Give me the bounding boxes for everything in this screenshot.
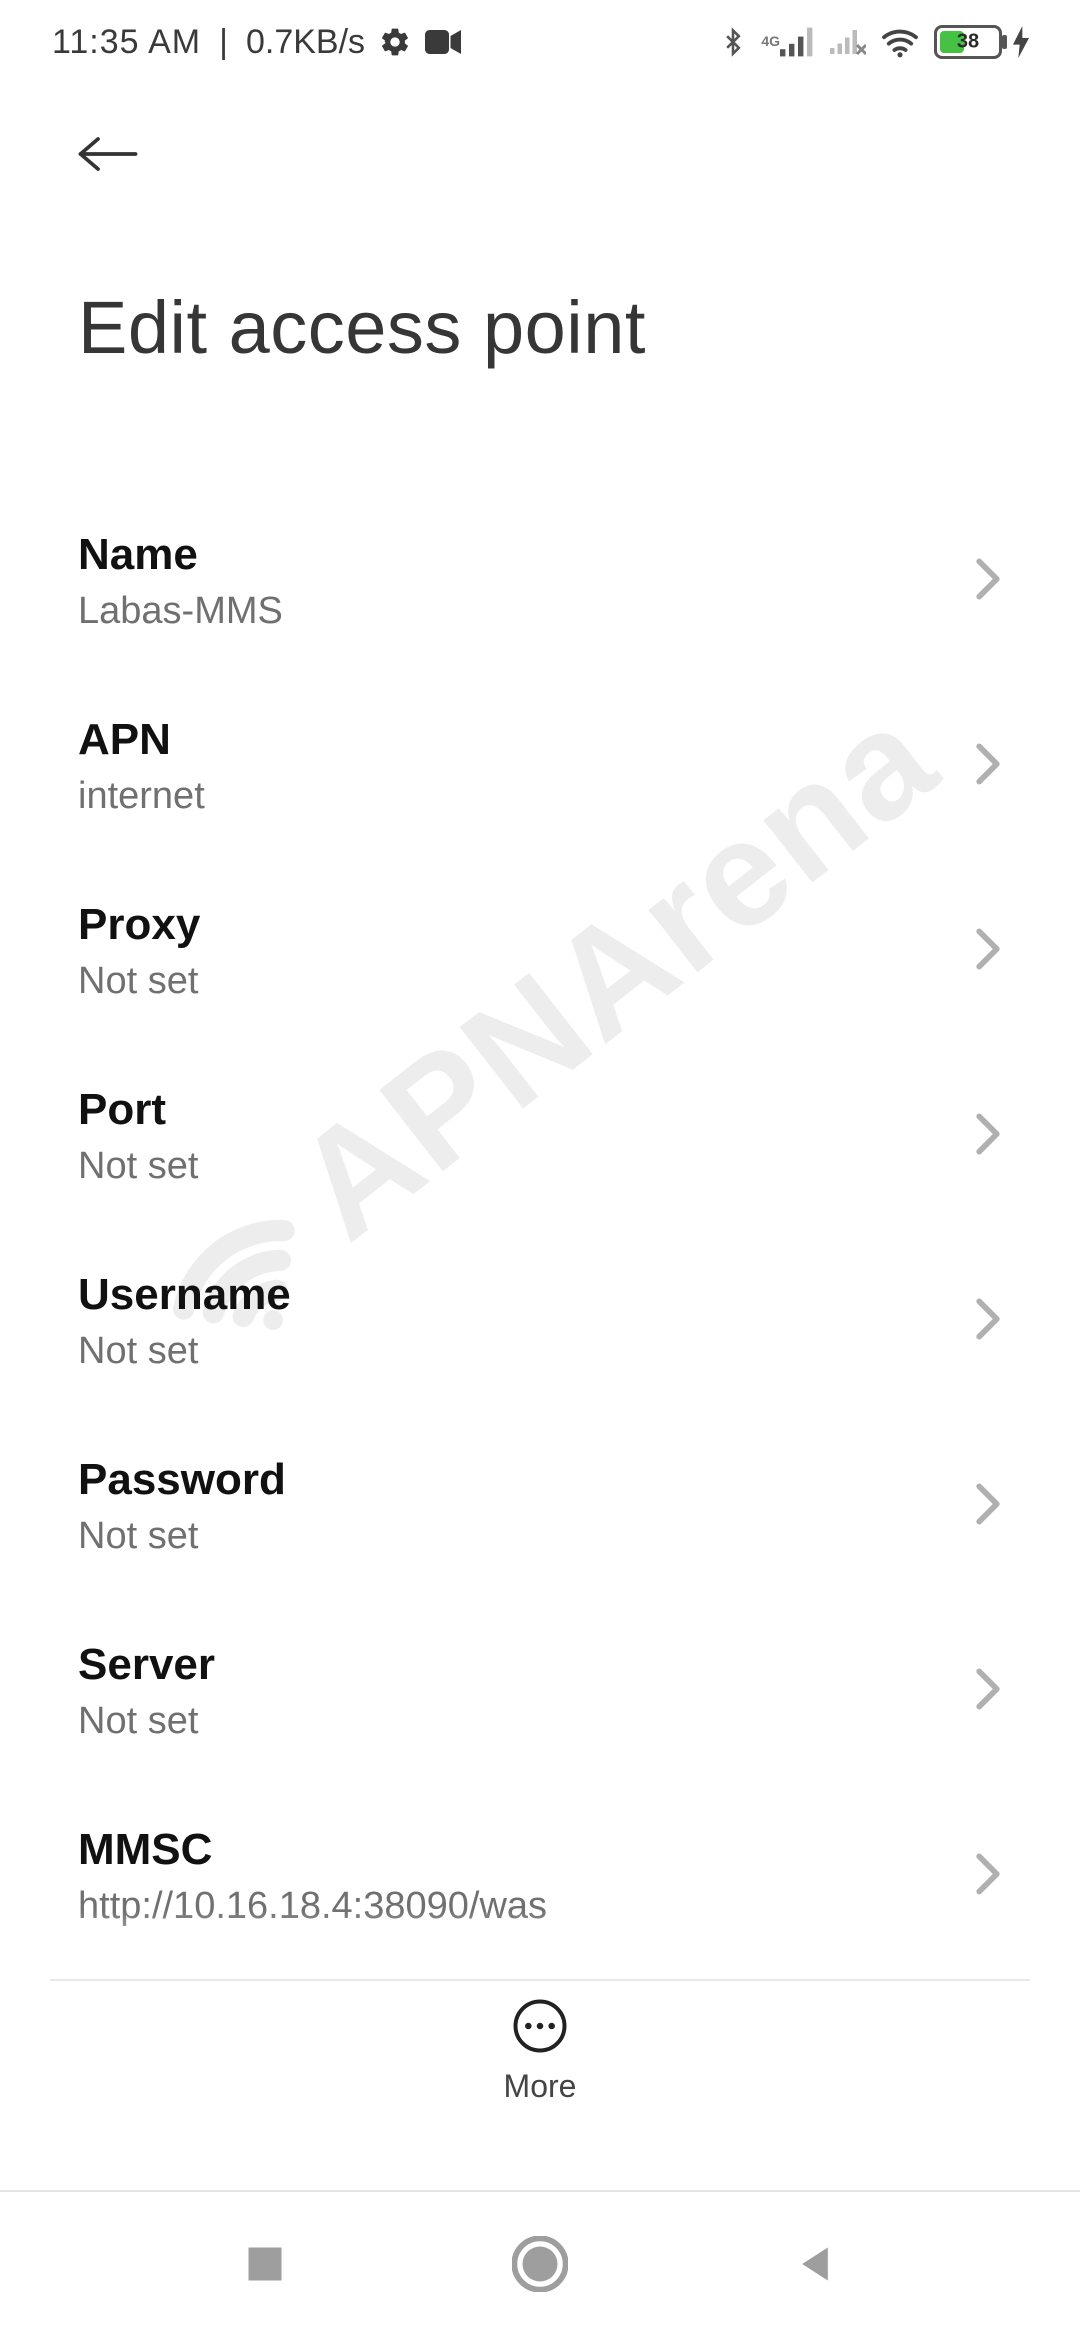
settings-item-value: http://10.16.18.4:38090/was [78,1885,547,1928]
settings-item-label: Password [78,1455,286,1505]
settings-item-password[interactable]: Password Not set [78,1415,1002,1600]
status-bar: 11:35 AM | 0.7KB/s 4G [0,0,1080,84]
system-nav-bar [0,2190,1080,2340]
settings-item-text: Proxy Not set [78,900,200,1003]
settings-item-port[interactable]: Port Not set [78,1045,1002,1230]
signal-sim1: 4G [761,27,816,57]
settings-item-value: Not set [78,1515,286,1558]
settings-item-value: Not set [78,1330,291,1373]
chevron-right-icon [974,1112,1002,1161]
nav-back-button[interactable] [793,2242,837,2291]
settings-item-value: Not set [78,960,200,1003]
settings-item-label: Proxy [78,900,200,950]
arrow-left-icon [78,132,138,176]
settings-item-value: internet [78,775,205,818]
settings-item-name[interactable]: Name Labas-MMS [78,490,1002,675]
settings-item-label: APN [78,715,205,765]
triangle-left-icon [793,2242,837,2286]
square-icon [243,2242,287,2286]
settings-item-text: Password Not set [78,1455,286,1558]
settings-item-text: MMSC http://10.16.18.4:38090/was [78,1825,547,1928]
app-bar: Edit access point [0,84,1080,370]
settings-item-value: Not set [78,1145,198,1188]
battery-percent: 38 [937,31,999,54]
settings-item-server[interactable]: Server Not set [78,1600,1002,1785]
chevron-right-icon [974,1852,1002,1901]
chevron-right-icon [974,557,1002,606]
page-title: Edit access point [78,285,1002,370]
charging-bolt-icon [1012,26,1030,58]
more-button[interactable]: More [504,1998,577,2105]
settings-item-proxy[interactable]: Proxy Not set [78,860,1002,1045]
settings-item-username[interactable]: Username Not set [78,1230,1002,1415]
settings-item-text: Port Not set [78,1085,198,1188]
settings-item-text: APN internet [78,715,205,818]
chevron-right-icon [974,742,1002,791]
settings-item-text: Server Not set [78,1640,215,1743]
nav-home-button[interactable] [512,2236,568,2297]
divider [50,1979,1030,1981]
more-horizontal-icon [512,1998,568,2054]
camera-icon [425,29,461,55]
settings-item-label: MMSC [78,1825,547,1875]
signal-sim2 [830,27,866,57]
settings-item-text: Username Not set [78,1270,291,1373]
settings-item-label: Port [78,1085,198,1135]
settings-list: NameLabas-MMSAPNinternetProxyNot setPort… [0,490,1080,2155]
status-data-rate: 0.7KB/s [246,23,365,62]
network-type-label: 4G [761,33,780,49]
nav-recent-button[interactable] [243,2242,287,2291]
settings-item-value: Labas-MMS [78,590,283,633]
status-left: 11:35 AM | 0.7KB/s [52,23,461,62]
more-label: More [504,2068,577,2105]
gear-icon [379,26,411,58]
back-button[interactable] [78,132,138,176]
settings-item-value: Not set [78,1700,215,1743]
bottom-action-bar: More [0,1980,1080,2160]
settings-item-text: Name Labas-MMS [78,530,283,633]
status-separator: | [219,23,228,62]
status-time: 11:35 AM [52,23,201,62]
wifi-icon [880,26,920,58]
settings-item-label: Username [78,1270,291,1320]
chevron-right-icon [974,1667,1002,1716]
settings-item-apn[interactable]: APN internet [78,675,1002,860]
settings-item-mmsc[interactable]: MMSC http://10.16.18.4:38090/was [78,1785,1002,1970]
battery-indicator: 38 [934,25,1030,59]
chevron-right-icon [974,927,1002,976]
chevron-right-icon [974,1297,1002,1346]
circle-icon [512,2236,568,2292]
bluetooth-icon [719,23,747,61]
settings-item-label: Server [78,1640,215,1690]
chevron-right-icon [974,1482,1002,1531]
status-right: 4G [719,23,1030,61]
settings-item-label: Name [78,530,283,580]
